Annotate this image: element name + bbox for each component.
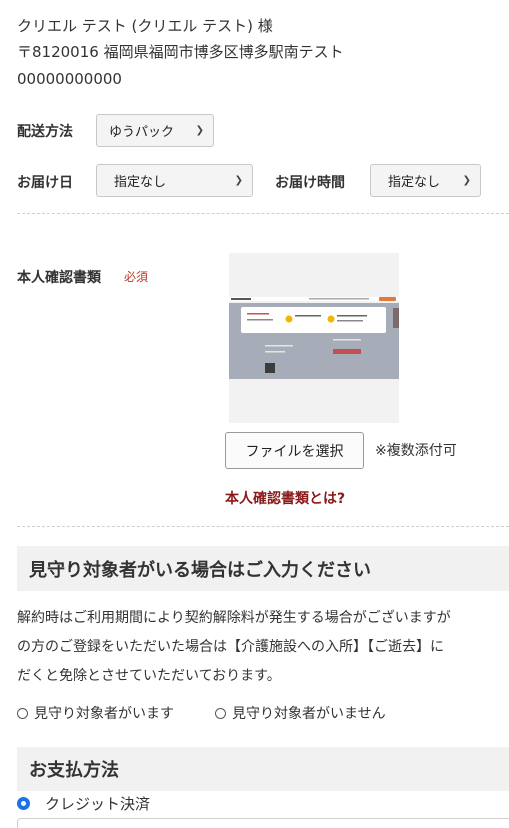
guardian-option-no-label: 見守り対象者がいません [232, 706, 386, 722]
delivery-time-label: お届け時間 [275, 175, 345, 191]
recipient-phone: 00000000000 [17, 70, 122, 88]
shipping-method-select[interactable]: ゆうパック ❯ [96, 114, 214, 147]
delivery-date-select[interactable]: 指定なし ❯ [96, 164, 253, 197]
guardian-option-yes[interactable]: 見守り対象者がいます [17, 703, 174, 723]
recipient-name: クリエル テスト (クリエル テスト) 様 [17, 17, 273, 35]
radio-button-selected[interactable] [17, 797, 30, 810]
choose-file-button[interactable]: ファイルを選択 [225, 432, 364, 469]
divider [17, 526, 509, 527]
payment-section-heading: お支払方法 [17, 747, 509, 791]
guardian-text-line-1: 解約時はご利用期間により契約解除料が発生する場合がございますが [17, 610, 451, 626]
identity-doc-preview [229, 253, 399, 423]
shipping-method-value: ゆうパック [109, 125, 175, 140]
recipient-address: 〒8120016 福岡県福岡市博多区博多駅南テスト [17, 43, 344, 61]
delivery-time-value: 指定なし [388, 175, 441, 190]
radio-button[interactable] [215, 707, 226, 719]
guardian-text-line-3: だくと免除とさせていただいております。 [17, 668, 281, 684]
multiple-attachment-note: ※複数添付可 [375, 443, 457, 459]
payment-details-panel [17, 818, 509, 828]
delivery-date-label: お届け日 [17, 175, 73, 191]
guardian-option-no[interactable]: 見守り対象者がいません [215, 703, 386, 723]
guardian-section-heading: 見守り対象者がいる場合はご入力ください [17, 546, 509, 591]
identity-doc-label: 本人確認書類 [17, 270, 101, 286]
chevron-down-icon: ❯ [195, 124, 204, 136]
guardian-text-line-2: の方のご登録をいただいた場合は【介護施設への入所】【ご逝去】に [17, 639, 444, 655]
delivery-time-select[interactable]: 指定なし ❯ [370, 164, 481, 197]
payment-option-credit-label: クレジット決済 [45, 795, 151, 813]
guardian-option-yes-label: 見守り対象者がいます [34, 706, 174, 722]
payment-option-credit[interactable]: クレジット決済 [17, 793, 150, 814]
shipping-method-label: 配送方法 [17, 124, 73, 140]
radio-button[interactable] [17, 707, 28, 719]
divider [17, 213, 509, 214]
chevron-down-icon: ❯ [234, 174, 243, 186]
required-badge: 必須 [124, 270, 149, 284]
delivery-date-value: 指定なし [114, 175, 167, 190]
identity-doc-help-link[interactable]: 本人確認書類とは? [225, 488, 345, 508]
chevron-down-icon: ❯ [462, 174, 471, 186]
document-thumbnail-image [229, 297, 399, 423]
